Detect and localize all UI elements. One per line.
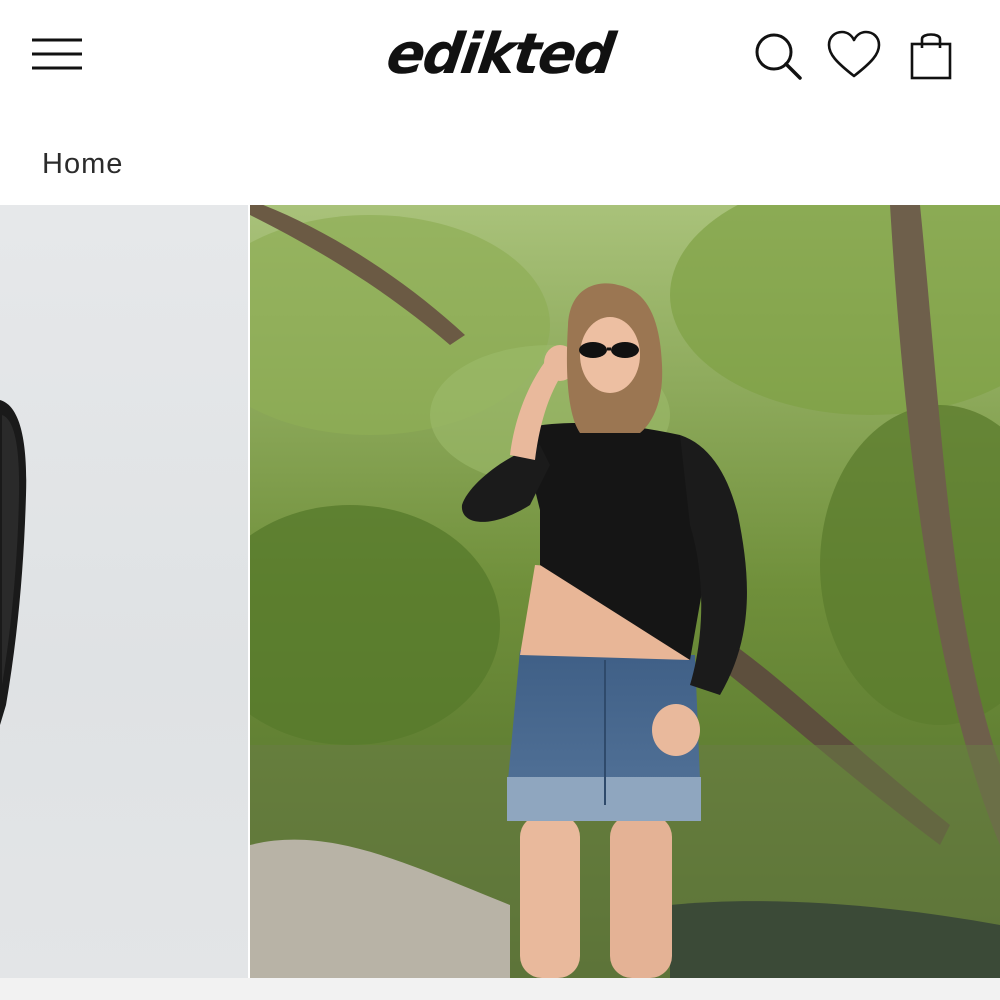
breadcrumb-home-link[interactable]: Home — [42, 148, 123, 180]
wishlist-button[interactable] — [826, 28, 882, 84]
product-page: edikted Home — [0, 0, 1000, 1000]
product-image-icon — [0, 400, 27, 725]
site-header: edikted — [0, 0, 1000, 110]
product-image-icon — [190, 205, 1000, 978]
product-image-main[interactable] — [190, 205, 1000, 978]
menu-button[interactable] — [28, 30, 86, 80]
cart-button[interactable] — [904, 28, 960, 84]
product-gallery[interactable] — [0, 205, 1000, 978]
breadcrumb: Home — [42, 148, 123, 188]
brand-logo[interactable]: edikted — [360, 14, 640, 94]
heart-icon — [827, 30, 881, 78]
logo-text: edikted — [382, 22, 618, 87]
shopping-bag-icon — [910, 33, 952, 80]
search-icon — [755, 33, 802, 80]
product-image-previous[interactable] — [0, 205, 248, 978]
gallery-bottom-divider — [0, 978, 1000, 1000]
hamburger-menu-icon — [32, 38, 82, 70]
search-button[interactable] — [750, 28, 806, 84]
